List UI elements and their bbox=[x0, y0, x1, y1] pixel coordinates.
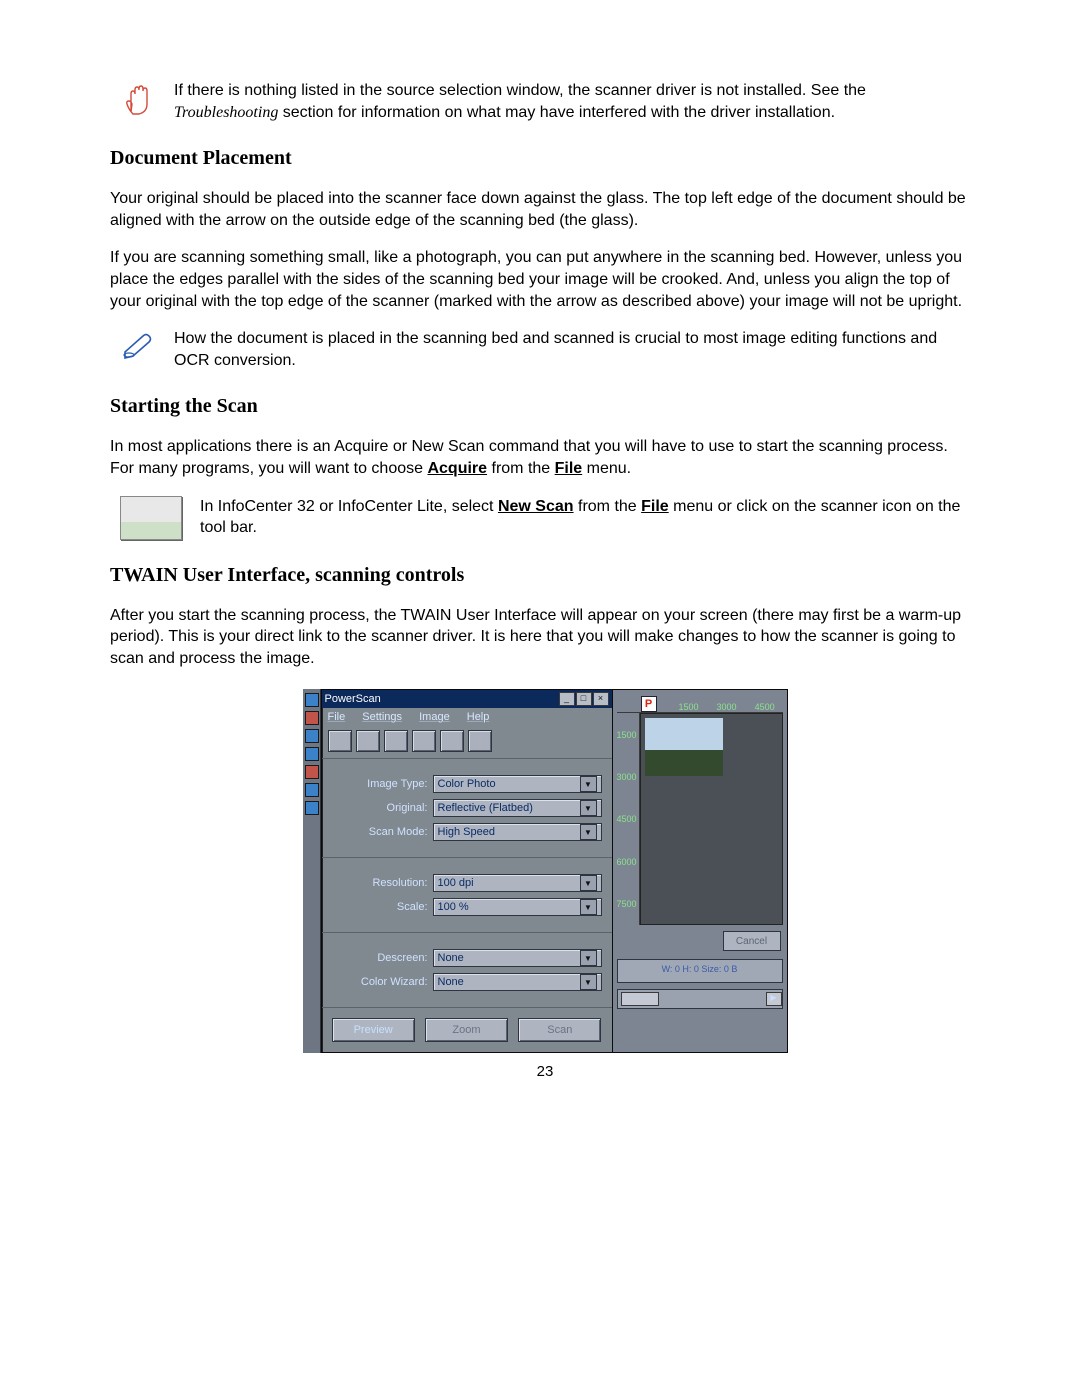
scan-button[interactable]: Scan bbox=[518, 1018, 601, 1042]
image-type-select[interactable]: Color Photo▼ bbox=[433, 775, 602, 793]
chevron-down-icon[interactable]: ▼ bbox=[580, 950, 597, 966]
minimize-icon[interactable]: _ bbox=[559, 692, 575, 706]
tip-note: How the document is placed in the scanni… bbox=[120, 328, 970, 371]
scan-mode-select[interactable]: High Speed▼ bbox=[433, 823, 602, 841]
chevron-down-icon[interactable]: ▼ bbox=[580, 776, 597, 792]
label-original: Original: bbox=[332, 802, 433, 814]
menu-image[interactable]: Image bbox=[419, 711, 450, 723]
infocenter-note: In InfoCenter 32 or InfoCenter Lite, sel… bbox=[120, 496, 970, 540]
pen-note-icon bbox=[120, 328, 156, 360]
window-title: PowerScan bbox=[325, 693, 381, 705]
section-document-placement: Document Placement bbox=[110, 147, 970, 170]
side-tool-icon[interactable] bbox=[305, 693, 319, 707]
paragraph: Your original should be placed into the … bbox=[110, 188, 970, 231]
preview-button[interactable]: Preview bbox=[332, 1018, 415, 1042]
paragraph: If you are scanning something small, lik… bbox=[110, 247, 970, 312]
side-tool-icon[interactable] bbox=[305, 783, 319, 797]
tip-text: How the document is placed in the scanni… bbox=[174, 328, 970, 371]
side-tool-icon[interactable] bbox=[305, 711, 319, 725]
label-scale: Scale: bbox=[332, 901, 433, 913]
chevron-down-icon[interactable]: ▼ bbox=[580, 824, 597, 840]
menubar: File Settings Image Help bbox=[322, 708, 612, 726]
descreen-select[interactable]: None▼ bbox=[433, 949, 602, 967]
label-color-wizard: Color Wizard: bbox=[332, 976, 433, 988]
menu-help[interactable]: Help bbox=[467, 711, 490, 723]
scanner-icon bbox=[120, 496, 182, 540]
horizontal-scrollbar[interactable]: ▶ bbox=[617, 989, 783, 1009]
side-tool-icon[interactable] bbox=[305, 801, 319, 815]
chevron-down-icon[interactable]: ▼ bbox=[580, 899, 597, 915]
toolbar-icon[interactable] bbox=[384, 730, 408, 752]
maximize-icon[interactable]: □ bbox=[576, 692, 592, 706]
toolbar-icon[interactable] bbox=[328, 730, 352, 752]
hand-stop-icon bbox=[120, 80, 156, 116]
side-tool-icon[interactable] bbox=[305, 747, 319, 761]
caution-note: If there is nothing listed in the source… bbox=[120, 80, 970, 123]
paragraph: After you start the scanning process, th… bbox=[110, 605, 970, 670]
scale-select[interactable]: 100 %▼ bbox=[433, 898, 602, 916]
p-badge-icon: P bbox=[641, 696, 657, 712]
window-titlebar: PowerScan _□× bbox=[322, 690, 612, 708]
toolbar-icon[interactable] bbox=[440, 730, 464, 752]
side-toolbar bbox=[303, 689, 321, 1053]
toolbar bbox=[322, 726, 612, 759]
side-tool-icon[interactable] bbox=[305, 765, 319, 779]
original-select[interactable]: Reflective (Flatbed)▼ bbox=[433, 799, 602, 817]
scroll-right-icon[interactable]: ▶ bbox=[766, 992, 782, 1006]
zoom-button[interactable]: Zoom bbox=[425, 1018, 508, 1042]
manual-page: If there is nothing listed in the source… bbox=[0, 0, 1080, 1397]
section-starting-scan: Starting the Scan bbox=[110, 395, 970, 418]
close-icon[interactable]: × bbox=[593, 692, 609, 706]
paragraph: In most applications there is an Acquire… bbox=[110, 436, 970, 479]
infocenter-text: In InfoCenter 32 or InfoCenter Lite, sel… bbox=[200, 496, 970, 539]
label-descreen: Descreen: bbox=[332, 952, 433, 964]
section-twain-ui: TWAIN User Interface, scanning controls bbox=[110, 564, 970, 587]
scrollbar-thumb[interactable] bbox=[621, 992, 659, 1006]
ruler-horizontal: P 1500 3000 4500 bbox=[617, 694, 783, 713]
resolution-select[interactable]: 100 dpi▼ bbox=[433, 874, 602, 892]
preview-canvas[interactable] bbox=[640, 713, 783, 925]
toolbar-icon[interactable] bbox=[412, 730, 436, 752]
caution-text: If there is nothing listed in the source… bbox=[174, 80, 970, 123]
toolbar-icon[interactable] bbox=[356, 730, 380, 752]
side-tool-icon[interactable] bbox=[305, 729, 319, 743]
chevron-down-icon[interactable]: ▼ bbox=[580, 974, 597, 990]
chevron-down-icon[interactable]: ▼ bbox=[580, 875, 597, 891]
label-image-type: Image Type: bbox=[332, 778, 433, 790]
dimensions-readout: W: 0 H: 0 Size: 0 B bbox=[617, 959, 783, 983]
toolbar-icon[interactable] bbox=[468, 730, 492, 752]
page-number: 23 bbox=[120, 1063, 970, 1080]
preview-thumbnail bbox=[645, 718, 723, 776]
menu-settings[interactable]: Settings bbox=[362, 711, 402, 723]
label-resolution: Resolution: bbox=[332, 877, 433, 889]
cancel-button[interactable]: Cancel bbox=[723, 931, 781, 951]
color-wizard-select[interactable]: None▼ bbox=[433, 973, 602, 991]
label-scan-mode: Scan Mode: bbox=[332, 826, 433, 838]
menu-file[interactable]: File bbox=[328, 711, 346, 723]
powerscan-window: PowerScan _□× File Settings Image Help bbox=[321, 689, 788, 1053]
ruler-vertical: 1500 3000 4500 6000 7500 bbox=[617, 713, 640, 925]
chevron-down-icon[interactable]: ▼ bbox=[580, 800, 597, 816]
